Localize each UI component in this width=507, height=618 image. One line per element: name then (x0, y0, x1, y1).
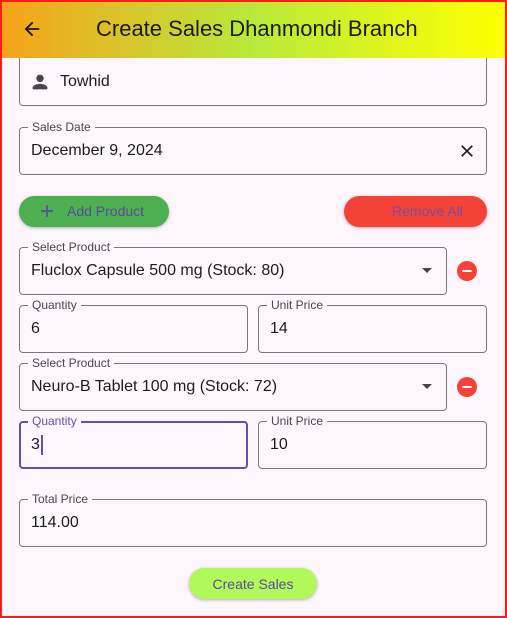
quantity-label-1: Quantity (28, 298, 81, 312)
total-price-value: 114.00 (31, 514, 79, 531)
remove-product-button-2[interactable] (457, 377, 477, 397)
customer-field[interactable]: Towhid (19, 58, 487, 106)
sales-date-value: December 9, 2024 (31, 142, 163, 159)
unit-price-label-1: Unit Price (267, 298, 328, 312)
dropdown-arrow-icon (422, 268, 432, 273)
unit-price-field-1[interactable]: Unit Price 14 (258, 298, 487, 353)
create-sales-label: Create Sales (212, 575, 294, 592)
quantity-label-2: Quantity (28, 414, 81, 428)
sales-date-label: Sales Date (28, 120, 95, 134)
remove-circle-icon (462, 385, 472, 389)
total-price-field: Total Price 114.00 (19, 492, 487, 547)
plus-icon (41, 205, 53, 217)
total-price-label: Total Price (28, 492, 93, 506)
select-product-dropdown-1[interactable]: Select Product Fluclox Capsule 500 mg (S… (19, 240, 447, 295)
close-icon[interactable] (457, 141, 477, 161)
quantity-input-2[interactable]: 3 (31, 435, 43, 455)
select-product-label-2: Select Product (28, 356, 115, 370)
unit-price-value-1: 14 (270, 320, 288, 337)
selected-product-1: Fluclox Capsule 500 mg (Stock: 80) (31, 262, 285, 279)
quantity-field-2[interactable]: Quantity 3 (19, 414, 248, 469)
unit-price-value-2: 10 (270, 436, 288, 453)
unit-price-field-2[interactable]: Unit Price 10 (258, 414, 487, 469)
arrow-back-icon (24, 21, 40, 37)
back-button[interactable] (18, 15, 46, 43)
customer-value: Towhid (60, 73, 110, 90)
dropdown-arrow-icon (422, 384, 432, 389)
unit-price-label-2: Unit Price (267, 414, 328, 428)
remove-product-button-1[interactable] (457, 261, 477, 281)
sales-date-field[interactable]: Sales Date December 9, 2024 (19, 120, 487, 175)
remove-all-label: Remove All (392, 203, 463, 219)
remove-all-button[interactable]: Remove All (344, 196, 487, 227)
remove-circle-icon (462, 269, 472, 273)
text-cursor (40, 435, 43, 455)
create-sales-button[interactable]: Create Sales (189, 568, 317, 599)
add-product-button[interactable]: Add Product (19, 196, 169, 227)
selected-product-2: Neuro-B Tablet 100 mg (Stock: 72) (31, 378, 278, 395)
select-product-label-1: Select Product (28, 240, 115, 254)
select-product-dropdown-2[interactable]: Select Product Neuro-B Tablet 100 mg (St… (19, 356, 447, 411)
person-icon (32, 74, 48, 90)
quantity-value-2: 3 (31, 436, 40, 453)
page-title: Create Sales Dhanmondi Branch (96, 16, 418, 41)
add-product-label: Add Product (67, 203, 145, 219)
quantity-field-1[interactable]: Quantity 6 (19, 298, 248, 353)
quantity-value-1: 6 (31, 320, 40, 337)
app-bar: Create Sales Dhanmondi Branch (0, 0, 507, 58)
